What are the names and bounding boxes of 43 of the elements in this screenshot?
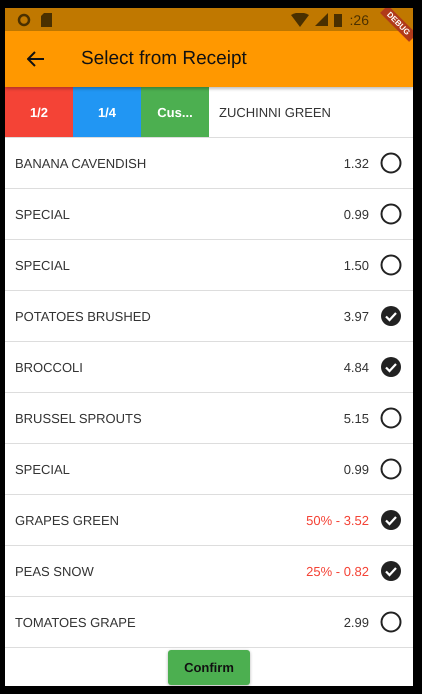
sd-card-icon [41,12,52,26]
checked-circle-icon[interactable] [380,509,402,531]
item-price: 0.99 [344,462,369,476]
empty-circle-icon[interactable] [380,254,402,276]
checked-circle-icon[interactable] [380,305,402,327]
item-name: SPECIAL [15,206,71,222]
split-button[interactable]: Cus... [141,87,209,137]
item-price: 1.32 [344,156,369,170]
item-name: TOMATOES GRAPE [15,614,137,630]
item-price: 2.99 [344,614,369,630]
screen-title: Select from Receipt [81,48,247,70]
wifi-icon [290,12,309,26]
empty-circle-icon[interactable] [380,611,402,633]
circle-icon [17,12,31,26]
battery-icon [334,12,342,26]
status-time: :26 [350,12,369,28]
empty-circle-icon[interactable] [380,407,402,429]
item-price: 1.50 [344,258,369,272]
back-arrow-icon[interactable] [27,51,45,67]
confirm-button[interactable]: Confirm [168,650,250,685]
item-price: 3.97 [344,308,369,324]
item-price: 4.84 [344,360,369,374]
item-name: GRAPES GREEN [15,512,120,528]
item-name: BANANA CAVENDISH [15,156,148,170]
empty-circle-icon[interactable] [380,458,402,480]
item-name: BROCCOLI [15,360,84,374]
split-button[interactable]: 1/2 [5,87,73,137]
item-price: 50% - 3.52 [306,512,369,528]
split-button[interactable]: 1/4 [73,87,141,137]
checked-circle-icon[interactable] [380,560,402,582]
item-name: SPECIAL [15,258,71,272]
item-price: 5.15 [344,410,369,426]
item-name: SPECIAL [15,462,71,476]
item-name: POTATOES BRUSHED [15,308,152,324]
item-price: 0.99 [344,206,369,222]
signal-icon [314,13,328,26]
empty-circle-icon[interactable] [380,152,402,174]
item-name: PEAS SNOW [15,564,95,578]
empty-circle-icon[interactable] [380,203,402,225]
checked-circle-icon[interactable] [380,356,402,378]
current-item-name: ZUCHINNI GREEN [218,104,331,122]
item-name: BRUSSEL SPROUTS [15,410,143,426]
item-price: 25% - 0.82 [306,564,369,578]
